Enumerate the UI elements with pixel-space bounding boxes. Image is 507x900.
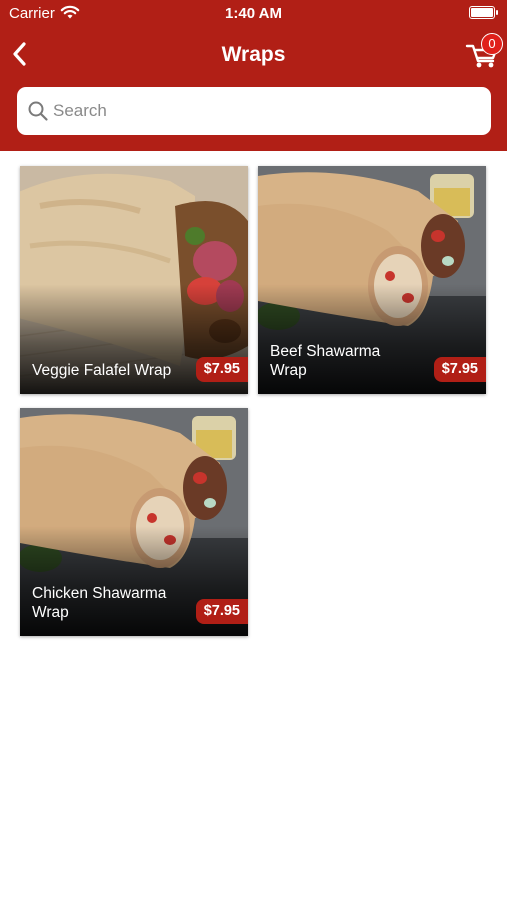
battery-icon <box>469 6 498 19</box>
search-bar[interactable] <box>17 87 491 135</box>
product-card-veggie-falafel-wrap[interactable]: Veggie Falafel Wrap $7.95 <box>20 166 248 394</box>
product-card-beef-shawarma-wrap[interactable]: Beef Shawarma Wrap $7.95 <box>258 166 486 394</box>
product-name: Veggie Falafel Wrap <box>32 362 172 379</box>
product-price: $7.95 <box>433 357 486 382</box>
clock: 1:40 AM <box>225 5 282 22</box>
product-price: $7.95 <box>195 357 248 382</box>
cart-count-badge: 0 <box>481 33 503 55</box>
status-bar: Carrier 1:40 AM <box>0 0 507 28</box>
app-header: Carrier 1:40 AM Wraps 0 <box>0 0 507 151</box>
search-icon <box>28 101 48 121</box>
search-input[interactable] <box>53 87 483 135</box>
product-name: Beef Shawarma Wrap <box>270 343 381 379</box>
product-price: $7.95 <box>195 599 248 624</box>
product-card-chicken-shawarma-wrap[interactable]: Chicken Shawarma Wrap $7.95 <box>20 408 248 636</box>
page-title: Wraps <box>221 43 286 66</box>
product-name: Chicken Shawarma Wrap <box>32 585 167 621</box>
